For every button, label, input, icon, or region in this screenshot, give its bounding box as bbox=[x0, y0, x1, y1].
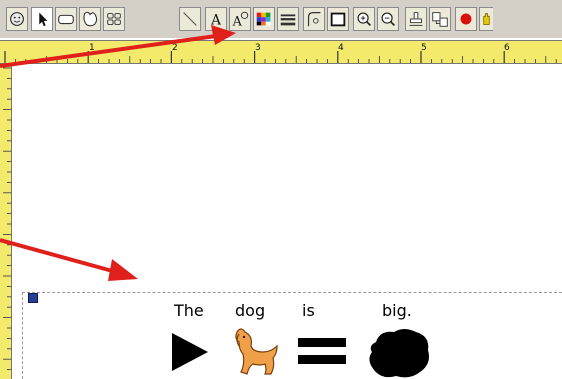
thickness-tool-button[interactable] bbox=[277, 7, 299, 31]
sentence-word[interactable]: is bbox=[302, 301, 315, 320]
rounded-corner-icon bbox=[307, 12, 321, 27]
text-tool-button[interactable]: A bbox=[205, 7, 227, 31]
grid-icon bbox=[107, 13, 121, 25]
record-tool-button[interactable] bbox=[455, 7, 477, 31]
rounded-rectangle-icon bbox=[58, 14, 74, 25]
border-tool-button[interactable] bbox=[327, 7, 349, 31]
ruler-number: 6 bbox=[504, 43, 510, 53]
sentence-word[interactable]: dog bbox=[235, 301, 265, 320]
ruler-number: 3 bbox=[255, 43, 261, 53]
button-tool-button[interactable] bbox=[55, 7, 77, 31]
grid-tool-button[interactable] bbox=[103, 7, 125, 31]
sentence-word[interactable]: The bbox=[174, 301, 204, 320]
frame-left-border bbox=[22, 292, 23, 379]
ruler-ticks bbox=[4, 51, 557, 63]
ruler-number: 4 bbox=[338, 43, 344, 53]
action-tool-button[interactable] bbox=[479, 7, 493, 31]
blob-icon bbox=[369, 329, 429, 378]
zoom-in-icon bbox=[357, 12, 371, 26]
link-pages-icon bbox=[432, 12, 448, 27]
zoom-in-tool-button[interactable] bbox=[353, 7, 375, 31]
frame-handle-icon[interactable] bbox=[28, 293, 38, 303]
link-tool-button[interactable] bbox=[429, 7, 451, 31]
svg-text:A: A bbox=[210, 12, 221, 28]
arrow-pointer-icon bbox=[39, 12, 48, 27]
stamp-icon bbox=[409, 12, 423, 26]
red-dot-icon bbox=[460, 13, 472, 25]
line-tool-button[interactable] bbox=[179, 7, 201, 31]
zoom-out-tool-button[interactable] bbox=[377, 7, 399, 31]
equals-icon bbox=[298, 338, 346, 364]
text-symbol-icon: A bbox=[232, 11, 249, 28]
pointer-tool-button[interactable] bbox=[31, 7, 53, 31]
frame-top-border bbox=[22, 292, 562, 293]
hand-icon bbox=[483, 13, 490, 25]
line-icon bbox=[183, 12, 197, 26]
vertical-ruler bbox=[0, 64, 12, 379]
stamp-tool-button[interactable] bbox=[405, 7, 427, 31]
toolbar: A A bbox=[0, 0, 562, 38]
border-box-icon bbox=[330, 12, 346, 27]
corner-tool-button[interactable] bbox=[303, 7, 325, 31]
face-tool-button[interactable] bbox=[6, 7, 28, 31]
ruler-number: 1 bbox=[89, 43, 95, 53]
color-tool-button[interactable] bbox=[253, 7, 275, 31]
ruler-number: 2 bbox=[172, 43, 178, 53]
freeform-shape-icon bbox=[83, 11, 98, 27]
line-thickness-icon bbox=[280, 14, 296, 26]
vertical-ruler-ticks bbox=[3, 67, 11, 371]
document-page[interactable] bbox=[12, 64, 562, 379]
sentence-word[interactable]: big. bbox=[382, 301, 412, 320]
freeform-tool-button[interactable] bbox=[79, 7, 101, 31]
play-arrow-icon bbox=[172, 333, 208, 371]
dog-icon bbox=[235, 328, 278, 375]
smiley-face-icon bbox=[10, 12, 24, 26]
color-palette-icon bbox=[256, 12, 271, 26]
symbolate-tool-button[interactable]: A bbox=[229, 7, 251, 31]
horizontal-ruler: 1 2 3 4 5 6 7 bbox=[0, 40, 562, 64]
zoom-out-icon bbox=[381, 12, 395, 26]
text-a-icon: A bbox=[210, 12, 221, 28]
ruler-number: 5 bbox=[421, 43, 427, 53]
